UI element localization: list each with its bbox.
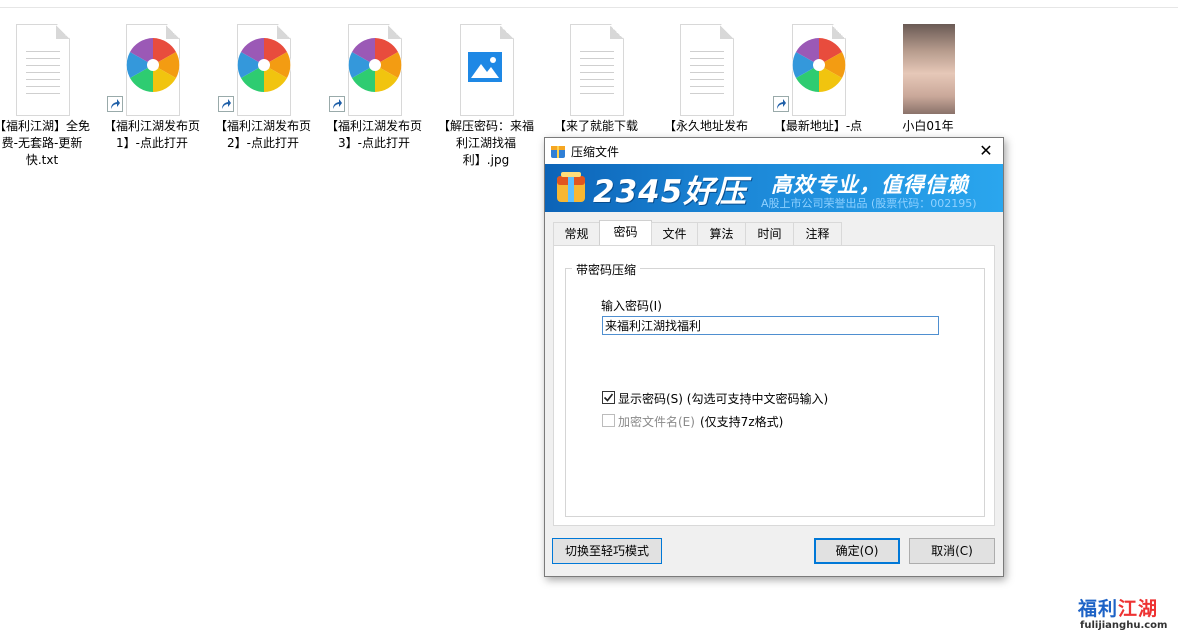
file-label: 【最新地址】-点: [773, 119, 863, 133]
text-file-icon: [0, 22, 87, 116]
close-icon: ✕: [979, 141, 993, 160]
text-file-icon: [551, 22, 641, 116]
shortcut-arrow-icon: [329, 96, 345, 112]
close-button[interactable]: ✕: [969, 138, 1003, 164]
file-label: 【福利江湖发布页1】-点此打开: [104, 119, 201, 150]
product-banner: 2345好压 高效专业，值得信赖 A股上市公司荣誉出品 (股票代码：002195…: [545, 164, 1003, 212]
switch-mode-button[interactable]: 切换至轻巧模式: [552, 538, 662, 564]
watermark-title: 福利江湖: [1078, 594, 1158, 621]
site-watermark: 福利江湖 fulijianghu.com: [1078, 594, 1170, 634]
file-label: 小白01年: [902, 119, 954, 133]
browser-pinwheel-icon: [107, 22, 197, 116]
desktop-shortcut-page3[interactable]: 【福利江湖发布页3】-点此打开: [324, 22, 424, 152]
desktop-file-photo[interactable]: 小白01年: [878, 22, 978, 135]
file-label: 【永久地址发布: [663, 119, 748, 133]
archive-app-icon: [551, 146, 565, 158]
window-top-border: [0, 7, 1178, 8]
watermark-url: fulijianghu.com: [1080, 620, 1168, 631]
desktop-file-download-info[interactable]: 【来了就能下载: [546, 22, 646, 135]
desktop-shortcut-page2[interactable]: 【福利江湖发布页2】-点此打开: [213, 22, 313, 152]
dialog-titlebar[interactable]: 压缩文件 ✕: [545, 138, 1003, 164]
encrypt-filenames-label: 加密文件名(E): [618, 415, 695, 429]
dialog-title: 压缩文件: [571, 145, 620, 159]
desktop-shortcut-latest-address[interactable]: 【最新地址】-点: [768, 22, 868, 135]
browser-pinwheel-icon: [329, 22, 419, 116]
encrypt-filenames-note: (仅支持7z格式): [700, 415, 784, 429]
banner-subtitle: A股上市公司荣誉出品 (股票代码：002195): [761, 197, 977, 210]
checkmark-icon: [603, 393, 614, 402]
tab-password[interactable]: 密码: [599, 220, 652, 246]
text-file-icon: [661, 22, 751, 116]
tab-general[interactable]: 常规: [553, 222, 600, 245]
file-label: 【福利江湖发布页2】-点此打开: [215, 119, 312, 150]
cancel-button[interactable]: 取消(C): [909, 538, 995, 564]
shortcut-arrow-icon: [218, 96, 234, 112]
tab-algorithm[interactable]: 算法: [697, 222, 746, 245]
watermark-title-part1: 福利: [1078, 598, 1119, 620]
browser-pinwheel-icon: [218, 22, 308, 116]
group-title: 带密码压缩: [572, 261, 641, 278]
haozip-logo-icon: [557, 172, 585, 202]
password-input[interactable]: [602, 316, 939, 335]
tab-files[interactable]: 文件: [651, 222, 698, 245]
show-password-checkbox[interactable]: [602, 391, 615, 404]
banner-logo-text: 2345好压: [593, 174, 748, 210]
shortcut-arrow-icon: [773, 96, 789, 112]
file-label: 【解压密码：来福利江湖找福利】.jpg: [438, 119, 535, 167]
desktop-shortcut-page1[interactable]: 【福利江湖发布页1】-点此打开: [102, 22, 202, 152]
compress-dialog: 压缩文件 ✕ 2345好压 高效专业，值得信赖 A股上市公司荣誉出品 (股票代码…: [544, 137, 1004, 577]
file-label: 【福利江湖发布页3】-点此打开: [326, 119, 423, 150]
show-password-label[interactable]: 显示密码(S) (勾选可支持中文密码输入): [618, 390, 828, 407]
desktop-file-txt-welfare[interactable]: 【福利江湖】全免费-无套路-更新快.txt: [0, 22, 92, 169]
tab-time[interactable]: 时间: [745, 222, 794, 245]
photo-thumbnail: [883, 22, 973, 116]
browser-pinwheel-icon: [773, 22, 863, 116]
desktop-file-permanent-address[interactable]: 【永久地址发布: [656, 22, 756, 135]
ok-button[interactable]: 确定(O): [814, 538, 900, 564]
image-file-icon: [441, 22, 531, 116]
encrypt-filenames-checkbox: [602, 414, 615, 427]
watermark-title-part2: 江湖: [1118, 598, 1159, 620]
file-label: 【来了就能下载: [553, 119, 638, 133]
tab-comment[interactable]: 注释: [793, 222, 842, 245]
desktop-file-jpg-password[interactable]: 【解压密码：来福利江湖找福利】.jpg: [436, 22, 536, 169]
file-label: 【福利江湖】全免费-无套路-更新快.txt: [0, 119, 91, 167]
password-label: 输入密码(I): [601, 299, 662, 313]
shortcut-arrow-icon: [107, 96, 123, 112]
password-panel: 带密码压缩 输入密码(I) 显示密码(S) (勾选可支持中文密码输入) 加密文件…: [553, 245, 995, 526]
